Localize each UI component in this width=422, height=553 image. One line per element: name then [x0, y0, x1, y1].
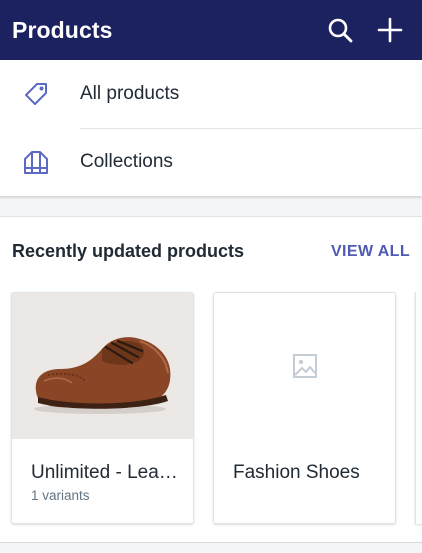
app-bar: Products: [0, 0, 422, 60]
product-card[interactable]: Fashion Shoes: [213, 292, 396, 524]
product-card[interactable]: Unlimited - Lea… 1 variants: [11, 292, 194, 524]
search-button[interactable]: [318, 8, 362, 52]
menu-item-label: Collections: [80, 151, 173, 172]
product-variants: 1 variants: [31, 488, 90, 503]
view-all-button[interactable]: VIEW ALL: [331, 243, 410, 261]
product-image: [214, 293, 395, 439]
plus-icon: [377, 17, 403, 43]
product-name: Fashion Shoes: [233, 462, 360, 483]
search-icon: [328, 18, 353, 43]
menu-item-collections[interactable]: Collections: [0, 128, 422, 196]
image-placeholder-icon: [292, 354, 317, 378]
brown-leather-brogue-shoe: [33, 337, 170, 414]
product-image: [12, 293, 193, 439]
add-product-button[interactable]: [368, 8, 412, 52]
product-name: Unlimited - Lea…: [31, 462, 178, 483]
page-title: Products: [12, 16, 113, 43]
bottom-edge: [0, 543, 422, 553]
section-title: Recently updated products: [12, 241, 245, 261]
product-menu: All products Collections: [0, 60, 422, 197]
recently-updated-section: Recently updated products VIEW ALL Unlim…: [0, 216, 422, 543]
product-card[interactable]: [415, 292, 422, 524]
tag-icon: [22, 80, 50, 108]
collection-icon: [22, 148, 50, 176]
menu-item-all-products[interactable]: All products: [0, 60, 422, 129]
menu-item-label: All products: [80, 83, 180, 104]
